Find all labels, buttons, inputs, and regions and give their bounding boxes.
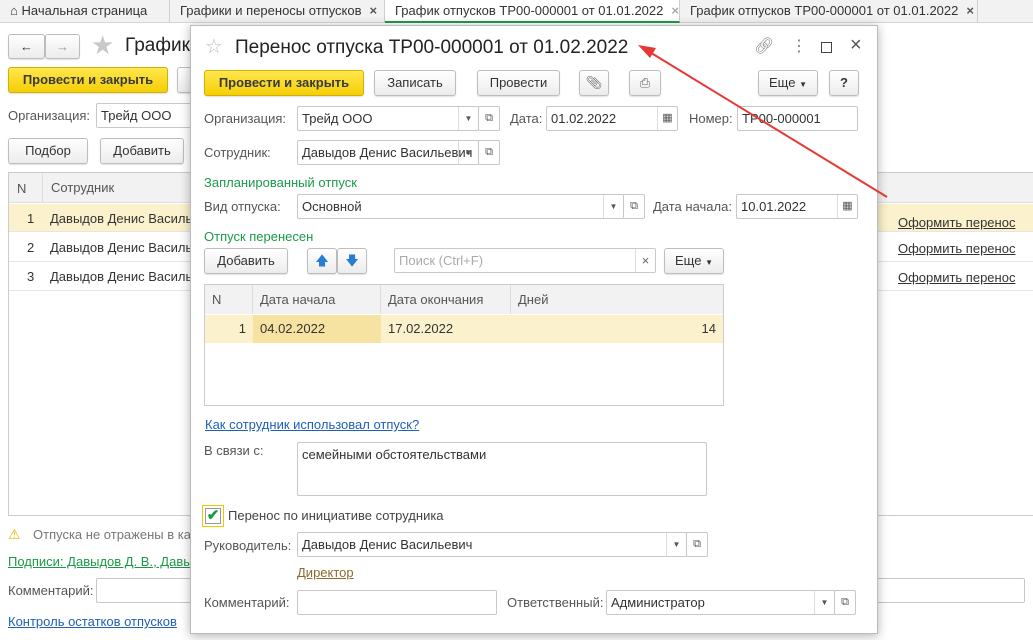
pick-button[interactable]: Подбор: [8, 138, 88, 164]
arrow-down-icon[interactable]: 🡇: [337, 248, 367, 274]
org-field[interactable]: Трейд ООО ▼: [297, 106, 479, 131]
print-icon[interactable]: ⎙: [629, 70, 661, 96]
start-label: Дата начала:: [653, 199, 732, 214]
open-icon[interactable]: ⧉: [834, 590, 856, 615]
usage-link[interactable]: Как сотрудник использовал отпуск?: [205, 417, 419, 432]
reason-field[interactable]: семейными обстоятельствами: [297, 442, 707, 496]
search-input[interactable]: Поиск (Ctrl+F) ×: [394, 248, 656, 273]
start-date-field[interactable]: 10.01.2022 ▦: [736, 194, 858, 219]
number-field[interactable]: ТР00-000001: [737, 106, 858, 131]
date-field[interactable]: 01.02.2022 ▦: [546, 106, 678, 131]
more-button[interactable]: Еще ▼: [664, 248, 724, 274]
initiative-label: Перенос по инициативе сотрудника: [228, 508, 444, 523]
maximize-icon[interactable]: [821, 42, 832, 53]
add-button[interactable]: Добавить: [204, 248, 288, 274]
tab-schedule-active[interactable]: График отпусков ТР00-000001 от 01.01.202…: [385, 0, 680, 23]
comment-label: Комментарий:: [204, 595, 290, 610]
calendar-icon[interactable]: ▦: [657, 107, 677, 130]
manager-field[interactable]: Давыдов Денис Васильевич ▼: [297, 532, 687, 557]
transfer-link[interactable]: Оформить перенос: [898, 270, 1015, 285]
comment-field[interactable]: [297, 590, 497, 615]
chevron-down-icon[interactable]: ▼: [666, 533, 686, 556]
save-button[interactable]: Записать: [374, 70, 456, 96]
initiative-checkbox[interactable]: ✔: [202, 505, 224, 527]
open-icon[interactable]: ⧉: [478, 140, 500, 165]
close-icon[interactable]: ×: [850, 34, 862, 57]
attach-icon[interactable]: 📎︎: [579, 70, 609, 96]
signatures-link[interactable]: Подписи: Давыдов Д. В., Давы: [8, 554, 193, 569]
add-button[interactable]: Добавить: [100, 138, 184, 164]
chevron-down-icon[interactable]: ▼: [458, 107, 478, 130]
tab-bar: ⌂ Начальная страница Графики и переносы …: [0, 0, 1033, 23]
tab-home[interactable]: ⌂ Начальная страница: [0, 0, 170, 23]
employee-field[interactable]: Давыдов Денис Васильевич ▼: [297, 140, 479, 165]
home-icon: ⌂: [10, 3, 18, 18]
tab-schedule-2[interactable]: График отпусков ТР00-000001 от 01.01.202…: [680, 0, 978, 23]
org-label: Организация:: [204, 111, 287, 126]
reason-label: В связи с:: [204, 443, 264, 458]
chevron-down-icon[interactable]: ▼: [814, 591, 834, 614]
close-icon[interactable]: ×: [370, 3, 378, 18]
moved-header: Отпуск перенесен: [204, 229, 314, 244]
transfer-link[interactable]: Оформить перенос: [898, 215, 1015, 230]
post-close-button[interactable]: Провести и закрыть: [204, 70, 364, 96]
warning-icon: ⚠: [8, 526, 21, 542]
page-title: График: [125, 35, 190, 56]
planned-header: Запланированный отпуск: [204, 175, 357, 190]
open-icon[interactable]: ⧉: [478, 106, 500, 131]
control-link[interactable]: Контроль остатков отпусков: [8, 614, 177, 629]
forward-button[interactable]: →: [45, 34, 80, 59]
dialog-title: Перенос отпуска ТР00-000001 от 01.02.202…: [235, 37, 629, 58]
transfer-dialog: ☆ Перенос отпуска ТР00-000001 от 01.02.2…: [190, 25, 878, 634]
employee-label: Сотрудник:: [204, 145, 271, 160]
chevron-down-icon[interactable]: ▼: [458, 141, 478, 164]
more-vert-icon[interactable]: ⋮: [791, 36, 807, 56]
open-icon[interactable]: ⧉: [686, 532, 708, 557]
manager-label: Руководитель:: [204, 538, 292, 553]
chevron-down-icon: ▼: [799, 80, 807, 89]
warning-text: Отпуска не отражены в ка: [33, 527, 191, 542]
link-icon[interactable]: 🔗︎: [754, 36, 774, 56]
close-icon[interactable]: ×: [966, 3, 974, 18]
date-label: Дата:: [510, 111, 543, 126]
clear-icon[interactable]: ×: [635, 249, 655, 272]
position-link[interactable]: Директор: [297, 565, 354, 580]
tab-schedules[interactable]: Графики и переносы отпусков ×: [170, 0, 385, 23]
comment-label: Комментарий:: [8, 583, 94, 598]
arrow-up-icon[interactable]: 🡅: [307, 248, 337, 274]
org-label: Организация:: [8, 108, 91, 123]
help-button[interactable]: ?: [829, 70, 859, 96]
star-icon[interactable]: ☆: [205, 34, 223, 59]
close-icon[interactable]: ×: [671, 3, 679, 18]
post-button[interactable]: Провести: [477, 70, 560, 96]
number-label: Номер:: [689, 111, 733, 126]
responsible-field[interactable]: Администратор ▼: [606, 590, 835, 615]
type-label: Вид отпуска:: [204, 199, 281, 214]
more-button[interactable]: Еще ▼: [758, 70, 818, 96]
chevron-down-icon: ▼: [705, 258, 713, 267]
open-icon[interactable]: ⧉: [623, 194, 645, 219]
vacation-type-field[interactable]: Основной ▼: [297, 194, 624, 219]
transfer-link[interactable]: Оформить перенос: [898, 241, 1015, 256]
chevron-down-icon[interactable]: ▼: [603, 195, 623, 218]
moved-table: N Дата начала Дата окончания Дней 1 04.0…: [204, 284, 724, 406]
responsible-label: Ответственный:: [507, 595, 604, 610]
star-icon[interactable]: ★: [91, 30, 114, 61]
back-button[interactable]: ←: [8, 34, 45, 59]
calendar-icon[interactable]: ▦: [837, 195, 857, 218]
org-field[interactable]: Трейд ООО: [96, 103, 196, 128]
check-icon: ✔: [205, 507, 221, 524]
post-close-button[interactable]: Провести и закрыть: [8, 67, 168, 93]
